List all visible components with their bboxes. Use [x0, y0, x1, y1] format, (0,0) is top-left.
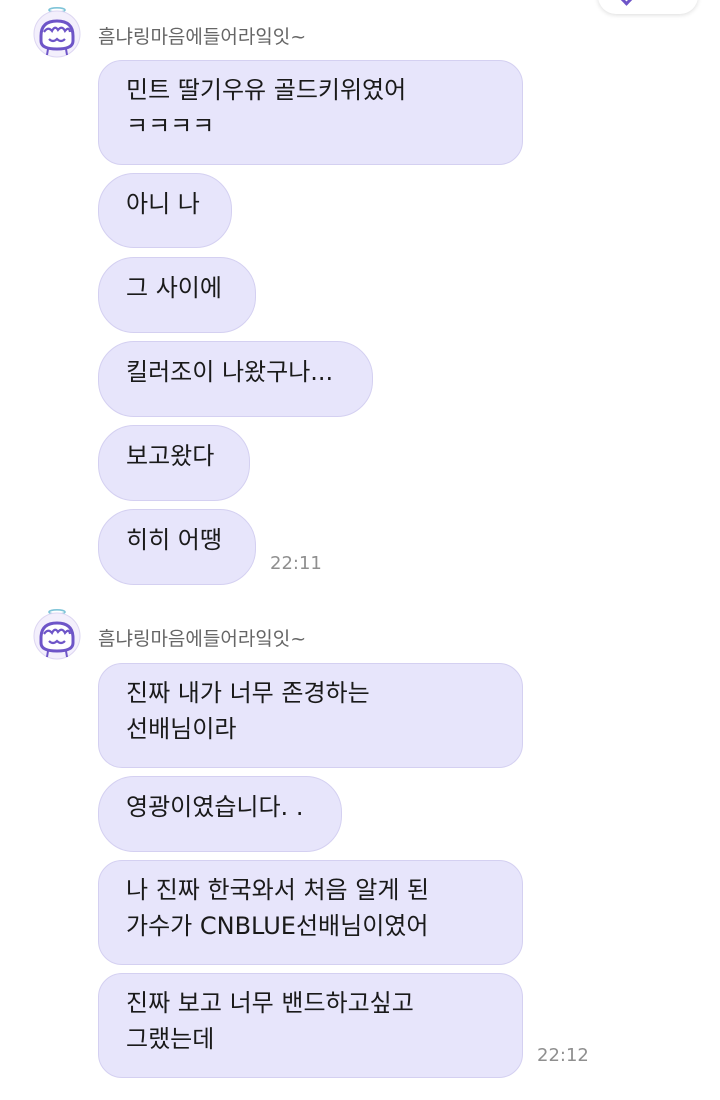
- message-bubble[interactable]: 나 진짜 한국와서 처음 알게 된 가수가 CNBLUE선배님이였어: [98, 860, 523, 965]
- message-text: 진짜 내가 너무 존경하는 선배님이라: [126, 679, 370, 743]
- sender-name: 흠냐링마음에들어라잌잇~: [98, 628, 307, 650]
- pudding-character-avatar-icon: [33, 6, 81, 58]
- timestamp: 22:12: [537, 1045, 589, 1066]
- message-bubble[interactable]: 아니 나: [98, 173, 232, 248]
- message-bubble[interactable]: 진짜 내가 너무 존경하는 선배님이라: [98, 663, 523, 768]
- avatar[interactable]: [30, 607, 84, 661]
- message-bubble[interactable]: 보고왔다: [98, 425, 250, 501]
- timestamp: 22:11: [270, 553, 322, 574]
- message-text: 진짜 보고 너무 밴드하고싶고 그랬는데: [126, 989, 414, 1053]
- avatar[interactable]: [30, 5, 84, 59]
- message-bubble[interactable]: 킬러조이 나왔구나...: [98, 341, 373, 417]
- chevron-icon: [617, 0, 636, 6]
- pudding-character-avatar-icon: [33, 608, 81, 660]
- message-bubble[interactable]: 그 사이에: [98, 257, 256, 333]
- message-text: 영광이였습니다. .: [126, 793, 304, 821]
- message-text: 보고왔다: [126, 442, 215, 470]
- message-text: 그 사이에: [126, 274, 222, 302]
- message-bubble[interactable]: 영광이였습니다. .: [98, 776, 342, 852]
- message-text: 히히 어땡: [126, 526, 222, 554]
- message-text: 킬러조이 나왔구나...: [126, 358, 334, 386]
- message-bubble[interactable]: 민트 딸기우유 골드키위였어 ㅋㅋㅋㅋ: [98, 60, 523, 165]
- message-bubble[interactable]: 히히 어땡: [98, 509, 256, 585]
- scroll-to-bottom-button[interactable]: [598, 0, 698, 14]
- message-text: 아니 나: [126, 190, 200, 218]
- message-text: 민트 딸기우유 골드키위였어 ㅋㅋㅋㅋ: [126, 76, 407, 140]
- sender-name: 흠냐링마음에들어라잌잇~: [98, 26, 307, 48]
- message-bubble[interactable]: 진짜 보고 너무 밴드하고싶고 그랬는데: [98, 973, 523, 1078]
- message-text: 나 진짜 한국와서 처음 알게 된 가수가 CNBLUE선배님이였어: [126, 876, 430, 940]
